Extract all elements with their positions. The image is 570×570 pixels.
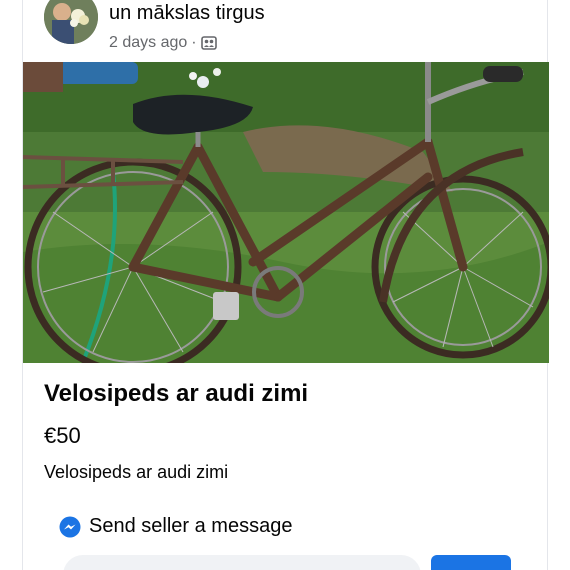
send-button[interactable] bbox=[431, 555, 511, 570]
listing-description: Velosipeds ar audi zimi bbox=[44, 462, 229, 482]
post-meta: 2 days ago · bbox=[109, 34, 217, 52]
timestamp[interactable]: 2 days ago bbox=[109, 34, 187, 52]
avatar-photo bbox=[44, 0, 98, 44]
post-header: un mākslas tirgus 2 days ago · bbox=[23, 0, 547, 62]
messenger-icon bbox=[59, 516, 81, 537]
send-seller-message-label: Send seller a message bbox=[89, 515, 293, 537]
more-dots-icon[interactable] bbox=[501, 0, 525, 4]
group-name[interactable]: un mākslas tirgus bbox=[109, 2, 265, 25]
avatar[interactable] bbox=[44, 0, 98, 44]
meta-separator: · bbox=[191, 34, 197, 51]
listing-title: Velosipeds ar audi zimi bbox=[44, 380, 309, 407]
bicycle-image bbox=[23, 62, 549, 363]
group-icon bbox=[200, 36, 217, 50]
listing-card: un mākslas tirgus 2 days ago · Velosiped… bbox=[22, 0, 549, 570]
message-input[interactable] bbox=[63, 555, 421, 570]
send-seller-message-row[interactable]: Send seller a message bbox=[59, 515, 292, 538]
listing-price: €50 bbox=[44, 423, 81, 448]
listing-photo[interactable] bbox=[23, 62, 549, 363]
